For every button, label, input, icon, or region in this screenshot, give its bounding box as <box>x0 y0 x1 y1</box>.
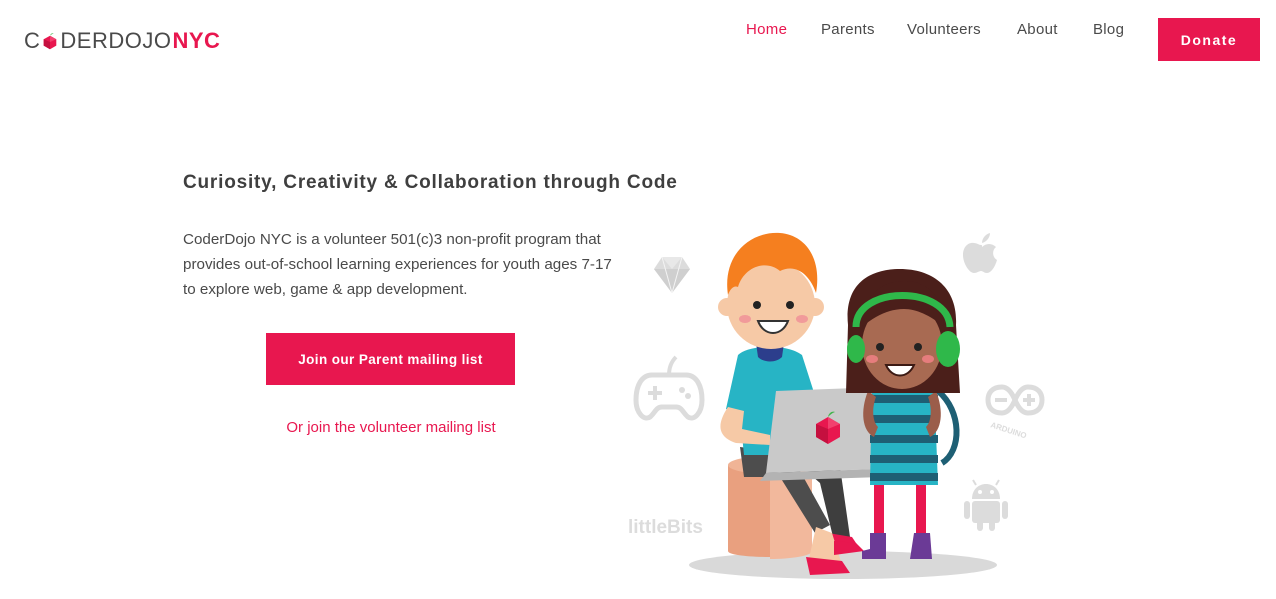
page: C DERDOJO NYC Home Parents Volunteers Ab… <box>0 0 1276 599</box>
ruby-icon <box>654 256 690 294</box>
laptop-illustration <box>760 387 882 481</box>
hero-description: CoderDojo NYC is a volunteer 501(c)3 non… <box>183 231 612 298</box>
logo-text-suffix: NYC <box>172 28 221 53</box>
arduino-label: ARDUINO <box>989 420 1027 440</box>
nav-about[interactable]: About <box>1017 21 1058 38</box>
nav-blog[interactable]: Blog <box>1093 21 1124 38</box>
arduino-icon: ARDUINO <box>985 384 1045 440</box>
logo-text-prefix: C <box>24 28 41 53</box>
littlebits-icon: littleBits <box>628 517 703 538</box>
apple-icon <box>963 233 997 273</box>
girl-shirt <box>870 381 938 485</box>
nav-home[interactable]: Home <box>746 21 787 38</box>
donate-button[interactable]: Donate <box>1158 18 1260 61</box>
nav-volunteers[interactable]: Volunteers <box>907 21 981 38</box>
hero-headline: Curiosity, Creativity & Collaboration th… <box>183 172 678 193</box>
coderdojo-gem-icon <box>44 33 57 50</box>
gamepad-icon <box>633 355 705 421</box>
android-icon <box>964 479 1008 531</box>
kids-coding-illustration: ARDUINO littleBits <box>628 232 1045 579</box>
parent-mailing-list-button[interactable]: Join our Parent mailing list <box>266 333 515 385</box>
logo-text-middle: DERDOJO <box>60 28 172 53</box>
logo[interactable]: C DERDOJO NYC <box>24 28 220 54</box>
nav-parents[interactable]: Parents <box>821 21 875 38</box>
volunteer-mailing-list-link[interactable]: Or join the volunteer mailing list <box>279 419 503 436</box>
